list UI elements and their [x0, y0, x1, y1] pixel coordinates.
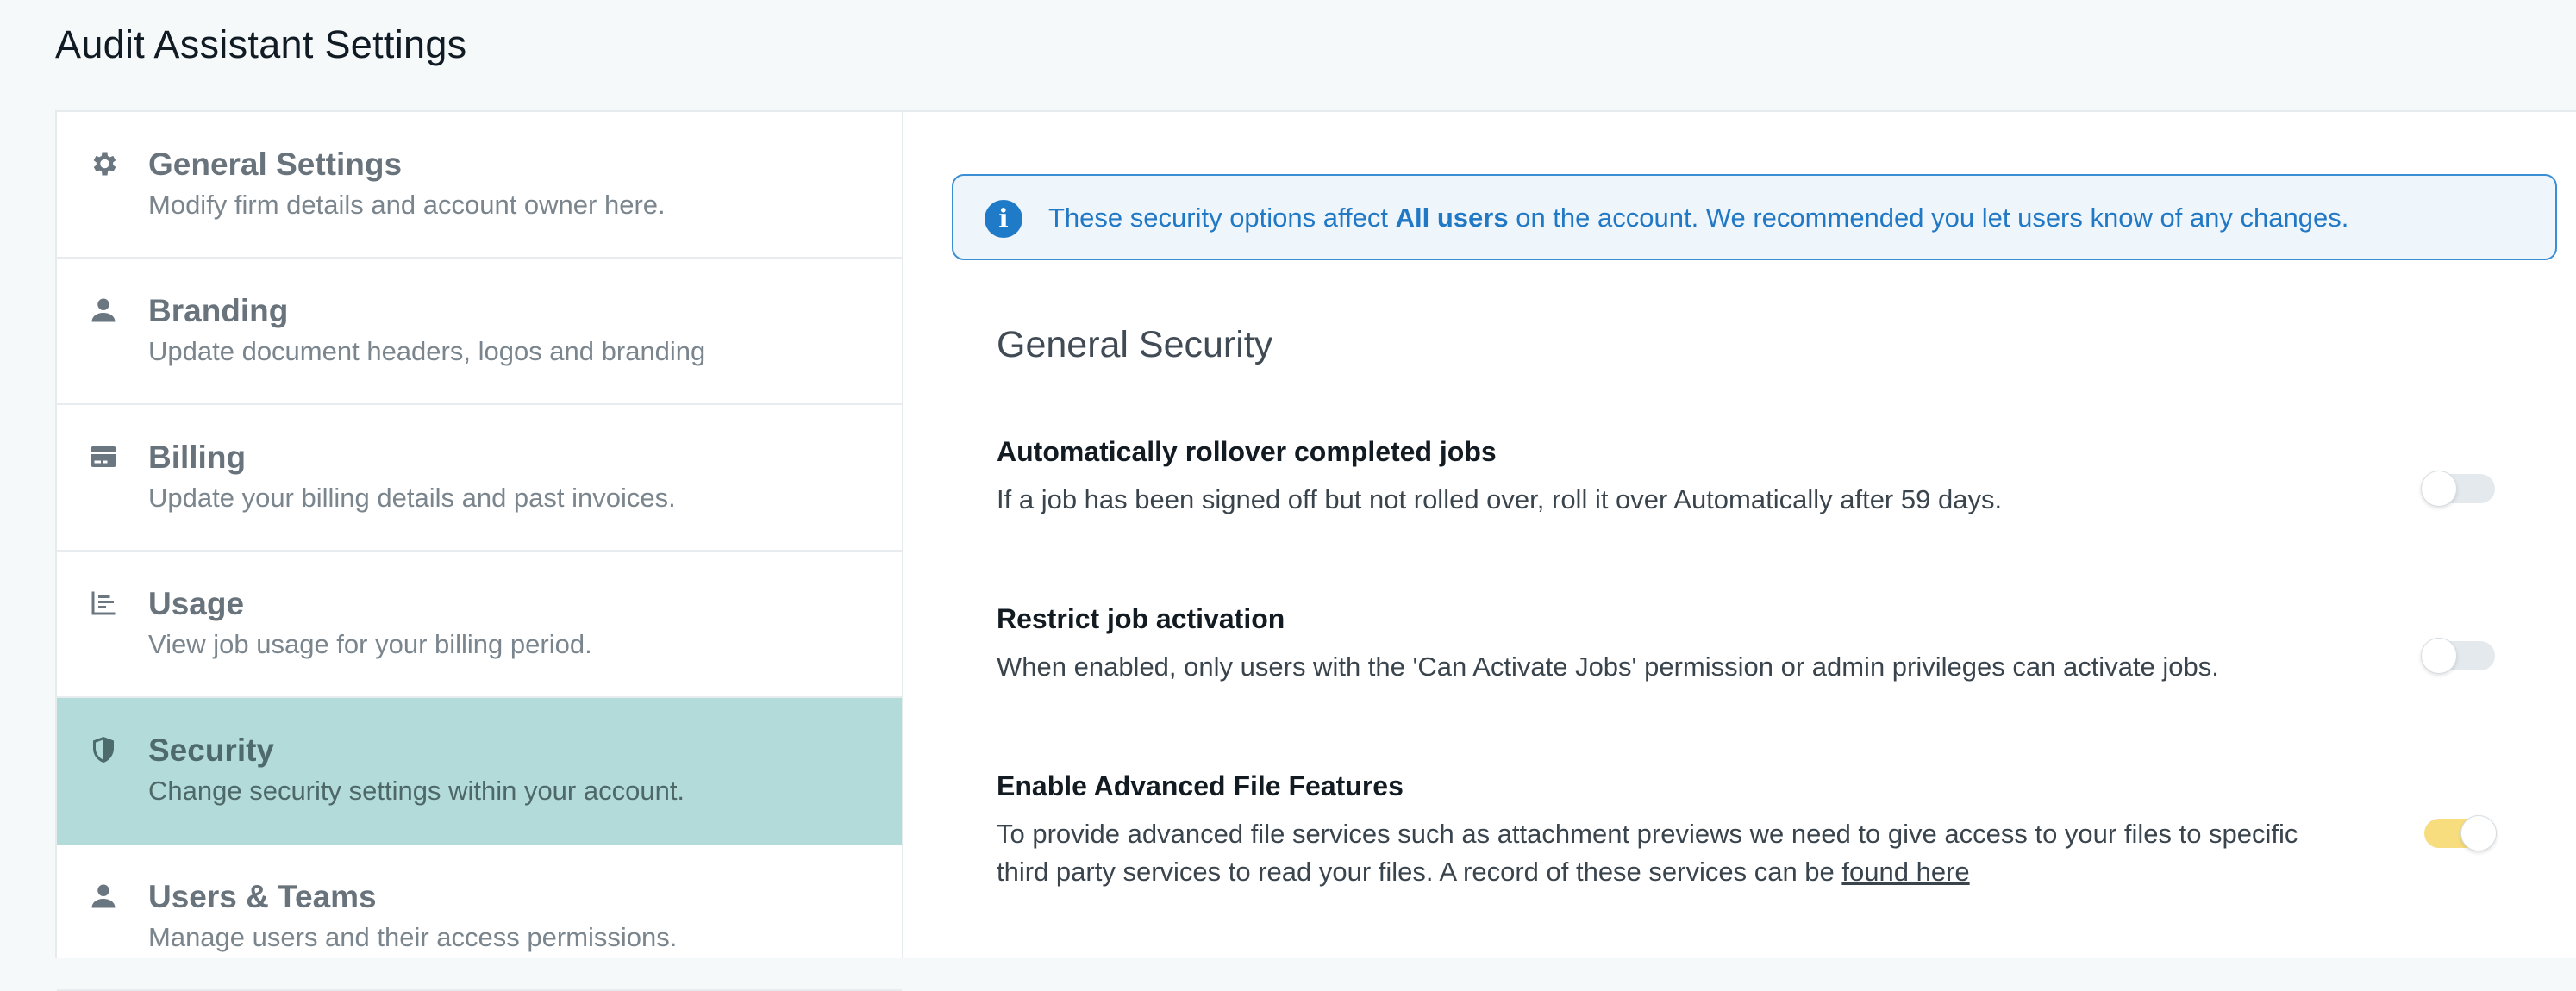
- setting-description: When enabled, only users with the 'Can A…: [997, 651, 2219, 682]
- auto-rollover-toggle[interactable]: [2421, 471, 2495, 507]
- bar-chart-icon: [86, 586, 121, 620]
- setting-description: To provide advanced file services such a…: [997, 819, 2298, 887]
- info-banner: i These security options affect All user…: [952, 174, 2557, 260]
- sidebar-item-label: General Settings: [148, 146, 403, 182]
- page-title: Audit Assistant Settings: [55, 22, 467, 66]
- shield-icon: [86, 732, 121, 767]
- setting-title: Restrict job activation: [997, 603, 1285, 634]
- info-banner-text: These security options affect All users …: [1048, 203, 2349, 233]
- advanced-file-features-toggle[interactable]: [2424, 815, 2497, 851]
- found-here-link[interactable]: found here: [1841, 857, 1969, 887]
- gear-icon: [86, 146, 121, 181]
- credit-card-icon: [86, 439, 121, 474]
- sidebar-item-description: Update document headers, logos and brand…: [148, 336, 706, 366]
- sidebar-item-description: Modify firm details and account owner he…: [148, 190, 666, 220]
- sidebar-item-general-settings[interactable]: General Settings Modify firm details and…: [57, 112, 902, 259]
- sidebar-item-security[interactable]: Security Change security settings within…: [57, 698, 902, 845]
- sidebar-item-description: Manage users and their access permission…: [148, 922, 678, 952]
- sidebar-item-usage[interactable]: Usage View job usage for your billing pe…: [57, 552, 902, 698]
- toggle-knob: [2460, 815, 2497, 851]
- toggle-knob: [2421, 471, 2457, 507]
- page-header: Audit Assistant Settings: [0, 0, 2576, 110]
- sidebar-item-label: Security: [148, 732, 275, 768]
- setting-title: Automatically rollover completed jobs: [997, 436, 1497, 467]
- setting-description: If a job has been signed off but not rol…: [997, 484, 2003, 514]
- user-icon: [86, 293, 121, 327]
- sidebar-item-users-teams[interactable]: Users & Teams Manage users and their acc…: [57, 845, 902, 991]
- sidebar-item-label: Usage: [148, 586, 245, 621]
- restrict-activation-toggle[interactable]: [2421, 638, 2495, 674]
- sidebar-item-description: Update your billing details and past inv…: [148, 483, 676, 513]
- sidebar-item-label: Billing: [148, 439, 247, 475]
- section-title: General Security: [997, 324, 1273, 365]
- security-settings-panel: i These security options affect All user…: [903, 110, 2576, 958]
- toggle-knob: [2421, 638, 2457, 674]
- sidebar-item-description: View job usage for your billing period.: [148, 629, 592, 659]
- info-icon: i: [985, 200, 1022, 238]
- setting-title: Enable Advanced File Features: [997, 770, 1404, 801]
- sidebar-item-label: Users & Teams: [148, 879, 377, 914]
- info-banner-emphasis: All users: [1395, 203, 1509, 233]
- user-icon: [86, 879, 121, 913]
- sidebar-item-branding[interactable]: Branding Update document headers, logos …: [57, 259, 902, 405]
- sidebar-item-description: Change security settings within your acc…: [148, 776, 685, 806]
- sidebar-item-label: Branding: [148, 293, 289, 328]
- settings-sidebar: General Settings Modify firm details and…: [55, 110, 903, 991]
- sidebar-item-billing[interactable]: Billing Update your billing details and …: [57, 405, 902, 552]
